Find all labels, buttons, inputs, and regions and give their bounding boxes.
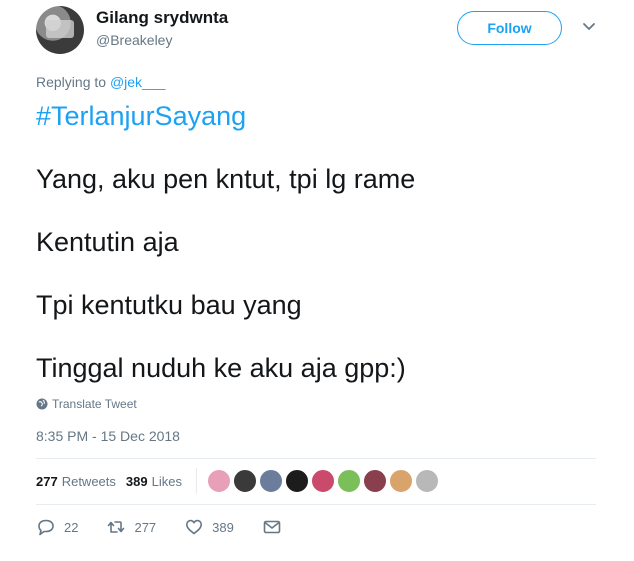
liker-avatar[interactable] (258, 469, 283, 493)
likes-count: 389 (125, 473, 148, 489)
user-handle[interactable]: @Breakeley (96, 32, 172, 48)
retweets-count: 277 (36, 473, 58, 489)
liker-avatars (206, 469, 441, 493)
tweet-line: Yang, aku pen kntut, tpi lg rame (36, 164, 416, 194)
liker-avatar[interactable] (232, 469, 257, 493)
liker-avatar[interactable] (310, 469, 335, 493)
retweet-count: 277 (134, 519, 157, 535)
follow-button[interactable]: Follow (457, 11, 562, 45)
like-count: 389 (212, 519, 234, 535)
divider (36, 504, 596, 505)
divider (195, 468, 197, 494)
globe-icon (36, 398, 48, 410)
like-button[interactable]: 389 (184, 517, 234, 537)
replying-to-prefix: Replying to (36, 74, 110, 90)
liker-avatar[interactable] (414, 469, 439, 493)
hashtag-link[interactable]: #TerlanjurSayang (36, 98, 596, 134)
liker-avatar[interactable] (362, 469, 387, 493)
tweet-line: Tinggal nuduh ke aku aja gpp:) (36, 353, 406, 383)
user-name[interactable]: Gilang srydwnta (96, 8, 228, 28)
likes-stat[interactable]: 389 Likes (126, 474, 182, 489)
retweets-stat[interactable]: 277 Retweets (36, 474, 116, 489)
chevron-down-icon[interactable] (581, 18, 597, 34)
liker-avatar[interactable] (388, 469, 413, 493)
avatar[interactable] (36, 6, 84, 54)
liker-avatar[interactable] (284, 469, 309, 493)
direct-message-button[interactable] (262, 517, 290, 537)
reply-icon (38, 519, 54, 536)
tweet-actions: 22 277 389 (36, 517, 318, 537)
replying-to: Replying to @jek___ (36, 74, 165, 90)
timestamp[interactable]: 8:35 PM - 15 Dec 2018 (36, 428, 180, 444)
reply-count: 22 (64, 519, 79, 535)
tweet-line: Kentutin aja (36, 227, 179, 257)
likes-label: Likes (151, 473, 182, 489)
divider (36, 458, 596, 459)
retweet-button[interactable]: 277 (106, 517, 156, 537)
translate-tweet-link[interactable]: Translate Tweet (36, 397, 137, 411)
reply-button[interactable]: 22 (36, 517, 78, 537)
retweets-label: Retweets (61, 473, 116, 489)
liker-avatar[interactable] (206, 469, 231, 493)
retweet-icon (108, 521, 125, 533)
reply-mention-link[interactable]: @jek___ (110, 74, 165, 90)
heart-icon (186, 519, 203, 535)
translate-label: Translate Tweet (52, 397, 137, 411)
engagement-stats: 277 Retweets 389 Likes (36, 464, 441, 498)
tweet-line: Tpi kentutku bau yang (36, 290, 302, 320)
tweet-header: Gilang srydwnta @Breakeley Follow (36, 6, 616, 56)
liker-avatar[interactable] (336, 469, 361, 493)
envelope-icon (263, 520, 281, 534)
tweet-text: #TerlanjurSayang Yang, aku pen kntut, tp… (36, 98, 596, 386)
